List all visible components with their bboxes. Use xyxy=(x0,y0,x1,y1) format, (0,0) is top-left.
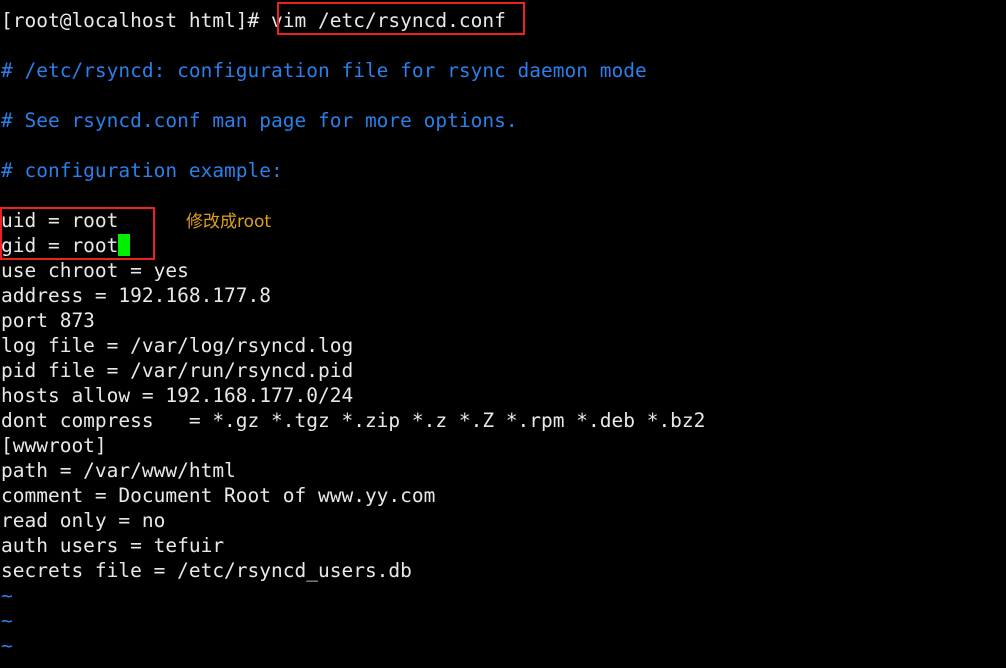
shell-prompt: [root@localhost html]# xyxy=(1,9,272,32)
vim-command-text[interactable]: vim /etc/rsyncd.conf xyxy=(271,9,506,32)
terminal-window[interactable]: [root@localhost html]# [root@localhost h… xyxy=(0,0,1006,668)
config-line-log-file[interactable]: log file = /var/log/rsyncd.log xyxy=(1,333,353,358)
config-line-port[interactable]: port 873 xyxy=(1,308,95,333)
shell-prompt-line: [root@localhost html]# vim /etc/rsyncd.c… xyxy=(1,8,506,33)
config-line-use-chroot[interactable]: use chroot = yes xyxy=(1,258,189,283)
vim-empty-line-tilde-2: ~ xyxy=(1,609,13,632)
vim-empty-line-tilde-3: ~ xyxy=(1,634,13,657)
config-module-header-wwwroot[interactable]: [wwwroot] xyxy=(1,433,107,458)
config-line-pid-file[interactable]: pid file = /var/run/rsyncd.pid xyxy=(1,358,353,383)
config-line-secrets-file[interactable]: secrets file = /etc/rsyncd_users.db xyxy=(1,558,412,583)
config-line-read-only[interactable]: read only = no xyxy=(1,508,165,533)
config-comment-line-1: # /etc/rsyncd: configuration file for rs… xyxy=(1,59,647,82)
config-line-comment[interactable]: comment = Document Root of www.yy.com xyxy=(1,483,435,508)
config-line-hosts-allow[interactable]: hosts allow = 192.168.177.0/24 xyxy=(1,383,353,408)
config-comment-line-2: # See rsyncd.conf man page for more opti… xyxy=(1,109,518,132)
config-line-dont-compress[interactable]: dont compress = *.gz *.tgz *.zip *.z *.Z… xyxy=(1,408,705,433)
text-cursor xyxy=(118,234,131,256)
config-line-address[interactable]: address = 192.168.177.8 xyxy=(1,283,271,308)
config-comment-line-3: # configuration example: xyxy=(1,159,283,182)
config-line-uid[interactable]: uid = root xyxy=(1,208,118,233)
annotation-label-modify-to-root: 修改成root xyxy=(186,212,272,232)
config-line-gid[interactable]: gid = root xyxy=(1,234,118,257)
config-line-gid-row[interactable]: gid = root xyxy=(1,233,131,258)
vim-empty-line-tilde-1: ~ xyxy=(1,584,13,607)
config-line-auth-users[interactable]: auth users = tefuir xyxy=(1,533,224,558)
config-line-path[interactable]: path = /var/www/html xyxy=(1,458,236,483)
